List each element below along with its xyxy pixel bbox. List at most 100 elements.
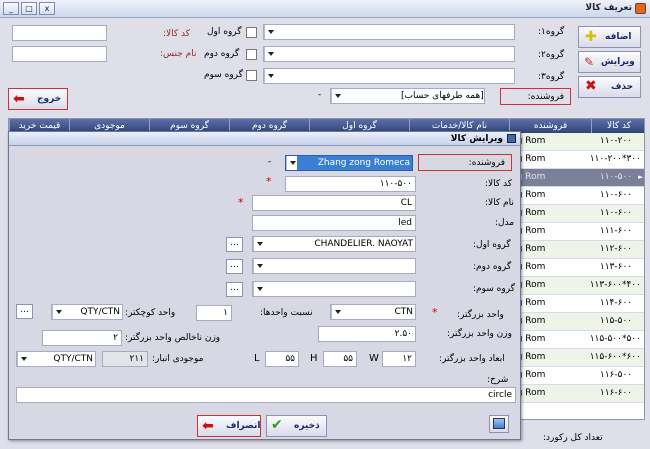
edit-product-dialog: ویرایش کالا فروشنده: Zhang zong Romeca -… [8, 131, 521, 440]
cell-code: ۱۱۰-۵۰۰ [599, 172, 633, 182]
chevron-down-icon[interactable] [264, 25, 275, 39]
chevron-down-icon[interactable] [253, 282, 264, 296]
stock-value: ۲۱۱ [102, 351, 148, 367]
app-icon [635, 3, 646, 14]
arrow-left-icon: ⬅ [202, 418, 214, 434]
small-unit-label: واحد کوچکتر: [125, 308, 176, 318]
group3-checkbox[interactable] [246, 70, 257, 81]
big-unit-label: واحد بزرگتر: [457, 310, 504, 320]
stock-unit-select[interactable]: QTY/CTN [16, 351, 96, 367]
name-required-mark: * [238, 196, 244, 209]
dialog-title: ویرایش کالا [450, 134, 503, 144]
minimize-button[interactable]: _ [3, 2, 19, 15]
delete-button[interactable]: ✖ حذف [578, 76, 641, 98]
cell-code: ۶۰۰*۱۱۵-۶۰۰ [589, 352, 641, 362]
dialog-model-input[interactable]: led [252, 215, 416, 231]
dims-label: ابعاد واحد بزرگتر: [439, 354, 505, 364]
cell-code: ۱۱۶-۵۰۰ [599, 370, 633, 380]
chevron-down-icon[interactable] [264, 69, 275, 83]
group1-filter-select[interactable] [263, 24, 515, 40]
width-input[interactable]: ۱۲ [382, 351, 416, 367]
group1-checkbox[interactable] [246, 27, 257, 38]
cell-code: ۱۱۰-۲۰۰ [599, 136, 633, 146]
picture-button[interactable] [489, 415, 509, 433]
dialog-code-label: کد کالا: [485, 179, 513, 189]
seller-filter-select[interactable]: [همه طرفهای حساب] [330, 88, 485, 104]
group2-browse-button[interactable]: ... [226, 259, 243, 274]
weight-input[interactable]: ۲.۵۰ [318, 326, 416, 342]
dialog-model-label: مدل: [495, 218, 515, 228]
group3-label: گروه۳: [538, 72, 565, 82]
chevron-down-icon[interactable] [52, 305, 63, 319]
chevron-down-icon[interactable] [331, 305, 342, 319]
chevron-down-icon[interactable] [331, 89, 342, 103]
group2-checkbox-label: گروه دوم [204, 49, 240, 59]
net-weight-label: وزن ناخالص واحد بزرگتر: [125, 333, 221, 343]
checkmark-icon: ✔ [271, 417, 283, 433]
cell-code: ۱۱۲-۶۰۰ [599, 244, 633, 254]
seller-label-box: فروشنده: [500, 88, 571, 105]
dialog-group2-label: گروه دوم: [473, 262, 512, 272]
dialog-seller-label-box: فروشنده: [418, 154, 512, 171]
description-label: شرح: [487, 375, 509, 385]
code-filter-label: کد کالا: [163, 29, 191, 39]
cell-code: ۳۰۰*۱۱۰-۲۰۰ [589, 154, 641, 164]
dialog-group1-select[interactable]: CHANDELIER. NAOYAT [252, 236, 416, 252]
dialog-code-input[interactable]: ۱۱۰-۵۰۰ [285, 176, 416, 192]
code-filter-input[interactable] [12, 25, 107, 41]
chevron-down-icon[interactable] [253, 259, 264, 273]
group2-filter-select[interactable] [263, 46, 515, 62]
stock-label: موجودی انبار: [152, 354, 204, 364]
dialog-seller-dash: - [268, 157, 272, 167]
unit-ratio-label: نسبت واحدها: [260, 308, 313, 318]
code-required-mark: * [266, 175, 272, 188]
dialog-seller-select[interactable]: Zhang zong Romeca [285, 155, 413, 171]
cell-code: ۵۰۰*۱۱۵-۵۰۰ [589, 334, 641, 344]
group1-label: گروه۱: [538, 27, 565, 37]
chevron-down-icon[interactable] [286, 156, 297, 170]
edit-button[interactable]: ✎ ویرایش [578, 51, 641, 73]
dialog-name-input[interactable]: CL [252, 195, 416, 211]
big-unit-select[interactable]: CTN [330, 304, 416, 320]
cancel-button[interactable]: ⬅ انصراف [197, 415, 261, 437]
height-input[interactable]: ۵۵ [323, 351, 357, 367]
small-unit-select[interactable]: QTY/CTN [51, 304, 123, 320]
exit-button[interactable]: ⬅ خروج [8, 88, 68, 110]
length-label: L [254, 353, 260, 364]
window-titlebar: تعریف کالا _ □ x [0, 0, 650, 18]
cell-code: ۱۱۵-۵۰۰ [599, 316, 633, 326]
small-unit-browse-button[interactable]: ... [16, 304, 33, 319]
dialog-icon [507, 134, 516, 143]
group2-label: گروه۲: [538, 50, 565, 60]
unit-ratio-input[interactable]: ۱ [196, 305, 232, 321]
name-filter-label: نام جنس: [160, 49, 197, 59]
length-input[interactable]: ۵۵ [265, 351, 299, 367]
group1-browse-button[interactable]: ... [226, 237, 243, 252]
cell-code: ۴۰۰*۱۱۳-۶۰۰ [589, 280, 641, 290]
close-button[interactable]: x [39, 2, 55, 15]
cell-code: ۱۱۳-۶۰۰ [599, 262, 633, 272]
chevron-down-icon[interactable] [17, 352, 28, 366]
save-button[interactable]: ✔ ذخیره [266, 415, 327, 437]
net-weight-input[interactable]: ۲ [42, 330, 122, 346]
chevron-down-icon[interactable] [264, 47, 275, 61]
col-seller[interactable]: فروشنده [509, 119, 591, 133]
width-label: W [369, 353, 379, 364]
cell-code: ۱۱۱-۶۰۰ [599, 226, 633, 236]
cell-code: ۱۱۶-۶۰۰ [599, 388, 633, 398]
add-button[interactable]: ✚ اضافه [578, 26, 641, 48]
dialog-group3-label: گروه سوم: [473, 284, 515, 294]
restore-button[interactable]: □ [21, 2, 37, 15]
description-input[interactable]: circle [16, 387, 516, 403]
group3-filter-select[interactable] [263, 68, 515, 84]
dialog-group2-select[interactable] [252, 258, 416, 274]
delete-x-icon: ✖ [585, 78, 597, 94]
group3-browse-button[interactable]: ... [226, 282, 243, 297]
chevron-down-icon[interactable] [253, 237, 264, 251]
group2-checkbox[interactable] [246, 49, 257, 60]
height-label: H [310, 353, 318, 364]
weight-label: وزن واحد بزرگتر: [447, 329, 512, 339]
name-filter-input[interactable] [12, 46, 107, 62]
dialog-group3-select[interactable] [252, 281, 416, 297]
col-code[interactable]: کد کالا [591, 119, 644, 133]
